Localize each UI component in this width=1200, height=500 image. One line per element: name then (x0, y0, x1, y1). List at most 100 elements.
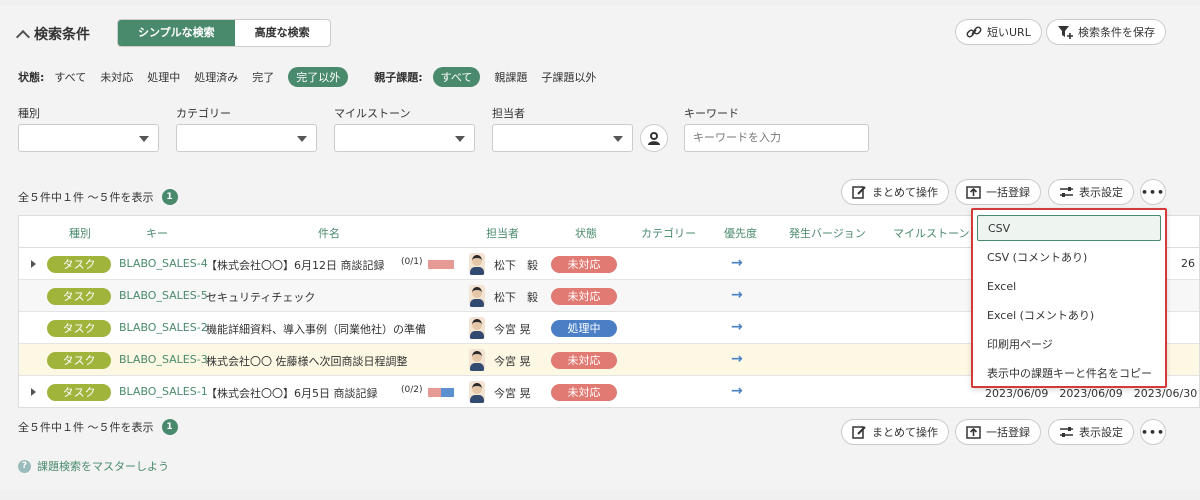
assignee-name: 今宮 晃 (494, 323, 531, 336)
status-option-in-progress[interactable]: 処理中 (147, 67, 180, 87)
parent-filter-label: 親子課題: (374, 71, 423, 84)
issue-subject[interactable]: 【株式会社〇〇】6月12日 商談記録 (206, 257, 385, 273)
bulk-action-label: まとめて操作 (872, 186, 938, 199)
type-badge: タスク (47, 320, 111, 337)
menu-item-csv-comments[interactable]: CSV (コメントあり) (977, 245, 1161, 271)
caret-down-icon (613, 136, 623, 142)
save-search-label: 検索条件を保存 (1078, 26, 1155, 39)
caret-down-icon (139, 136, 149, 142)
col-key[interactable]: キー (146, 225, 168, 241)
short-url-button[interactable]: 短いURL (955, 19, 1042, 45)
parent-option-not-child[interactable]: 子課題以外 (541, 67, 596, 87)
display-settings-button-bottom[interactable]: 表示設定 (1048, 419, 1134, 445)
status-filter: 状態: すべて 未対応 処理中 処理済み 完了 完了以外 親子課題: すべて 親… (18, 67, 610, 87)
type-badge: タスク (47, 384, 111, 401)
category-label: カテゴリー (176, 107, 231, 120)
assign-to-me-button[interactable] (640, 124, 668, 152)
priority-arrow-icon: → (731, 319, 743, 335)
type-select[interactable] (18, 124, 159, 152)
bulk-action-button-bottom[interactable]: まとめて操作 (841, 419, 949, 445)
avatar (469, 253, 485, 275)
col-assignee[interactable]: 担当者 (486, 225, 519, 241)
help-link[interactable]: ? 課題検索をマスターしよう (18, 458, 169, 474)
short-url-label: 短いURL (987, 26, 1031, 39)
issue-subject[interactable]: セキュリティチェック (206, 289, 315, 305)
status-option-closed[interactable]: 完了 (252, 67, 274, 87)
menu-item-copy-keys[interactable]: 表示中の課題キーと件名をコピー (977, 361, 1161, 387)
priority-arrow-icon: → (731, 287, 743, 303)
status-badge: 未対応 (551, 384, 617, 401)
assignee-name: 松下 毅 (494, 259, 538, 272)
issue-key-link[interactable]: BLABO_SALES-4 (119, 257, 208, 270)
link-icon (966, 26, 982, 38)
page-number-badge[interactable]: 1 (161, 189, 178, 205)
search-conditions-title: 検索条件 (34, 27, 90, 43)
category-select[interactable] (176, 124, 317, 152)
save-search-button[interactable]: 検索条件を保存 (1046, 19, 1166, 45)
sliders-icon (1060, 427, 1073, 437)
parent-option-parent[interactable]: 親課題 (494, 67, 527, 87)
expand-icon[interactable] (31, 260, 36, 268)
issue-subject[interactable]: 株式会社〇〇 佐藤様へ次回商談日程調整 (206, 353, 408, 369)
issue-key-link[interactable]: BLABO_SALES-1 (119, 385, 208, 398)
issue-subject[interactable]: 【株式会社〇〇】6月5日 商談記録 (206, 385, 378, 401)
status-badge: 未対応 (551, 288, 617, 305)
assignee-name: 松下 毅 (494, 291, 538, 304)
col-subject[interactable]: 件名 (318, 225, 340, 241)
expand-icon[interactable] (31, 388, 36, 396)
tab-simple-search[interactable]: シンプルな検索 (118, 20, 235, 46)
col-priority[interactable]: 優先度 (724, 225, 757, 241)
edit-icon (852, 426, 866, 439)
col-type[interactable]: 種別 (69, 225, 91, 241)
export-menu: CSV CSV (コメントあり) Excel Excel (コメントあり) 印刷… (971, 208, 1167, 388)
status-option-open[interactable]: 未対応 (100, 67, 133, 87)
child-progress: (0/2) (401, 385, 423, 395)
col-status[interactable]: 状態 (575, 225, 597, 241)
question-icon: ? (18, 459, 31, 473)
menu-item-excel-comments[interactable]: Excel (コメントあり) (977, 303, 1161, 329)
sliders-icon (1060, 187, 1073, 197)
tab-advanced-search[interactable]: 高度な検索 (235, 20, 330, 46)
search-conditions-toggle[interactable]: 検索条件 (15, 24, 90, 44)
status-badge: 未対応 (551, 256, 617, 273)
col-milestone[interactable]: マイルストーン (893, 225, 969, 241)
status-option-resolved[interactable]: 処理済み (194, 67, 238, 87)
assignee-name: 今宮 晃 (494, 387, 531, 400)
col-category[interactable]: カテゴリー (641, 225, 696, 241)
priority-arrow-icon: → (731, 255, 743, 271)
milestone-label: マイルストーン (334, 107, 411, 120)
milestone-select[interactable] (334, 124, 475, 152)
bulk-action-button[interactable]: まとめて操作 (841, 179, 949, 205)
assignee-label: 担当者 (492, 107, 525, 120)
issue-key-link[interactable]: BLABO_SALES-3 (119, 353, 208, 366)
parent-option-all[interactable]: すべて (432, 67, 481, 87)
menu-item-excel[interactable]: Excel (977, 274, 1161, 300)
bulk-register-button[interactable]: 一括登録 (955, 179, 1041, 205)
issue-subject[interactable]: 機能詳細資料、導入事例（同業他社）の準備 (206, 321, 426, 337)
filter-plus-icon (1058, 26, 1073, 39)
display-settings-button[interactable]: 表示設定 (1048, 179, 1134, 205)
col-version[interactable]: 発生バージョン (789, 225, 866, 241)
result-count: 全５件中１件 〜５件を表示 1 (18, 189, 178, 205)
status-option-not-closed[interactable]: 完了以外 (288, 67, 349, 87)
avatar (469, 349, 485, 371)
page-number-badge[interactable]: 1 (161, 419, 178, 435)
result-count-bottom: 全５件中１件 〜５件を表示 1 (18, 419, 178, 435)
priority-arrow-icon: → (731, 383, 743, 399)
issue-key-link[interactable]: BLABO_SALES-5 (119, 289, 208, 302)
more-options-button-bottom[interactable]: ••• (1140, 419, 1166, 445)
bulk-register-label: 一括登録 (986, 426, 1030, 439)
avatar (469, 285, 485, 307)
issue-key-link[interactable]: BLABO_SALES-2 (119, 321, 208, 334)
avatar (469, 317, 485, 339)
type-badge: タスク (47, 288, 111, 305)
result-count-text: 全５件中１件 〜５件を表示 (18, 421, 154, 434)
type-badge: タスク (47, 352, 111, 369)
menu-item-csv[interactable]: CSV (977, 215, 1161, 241)
menu-item-print[interactable]: 印刷用ページ (977, 332, 1161, 358)
assignee-select[interactable] (492, 124, 633, 152)
bulk-register-button-bottom[interactable]: 一括登録 (955, 419, 1041, 445)
more-options-button[interactable]: ••• (1140, 179, 1166, 205)
status-option-all[interactable]: すべて (54, 67, 86, 87)
keyword-input[interactable] (684, 124, 869, 152)
